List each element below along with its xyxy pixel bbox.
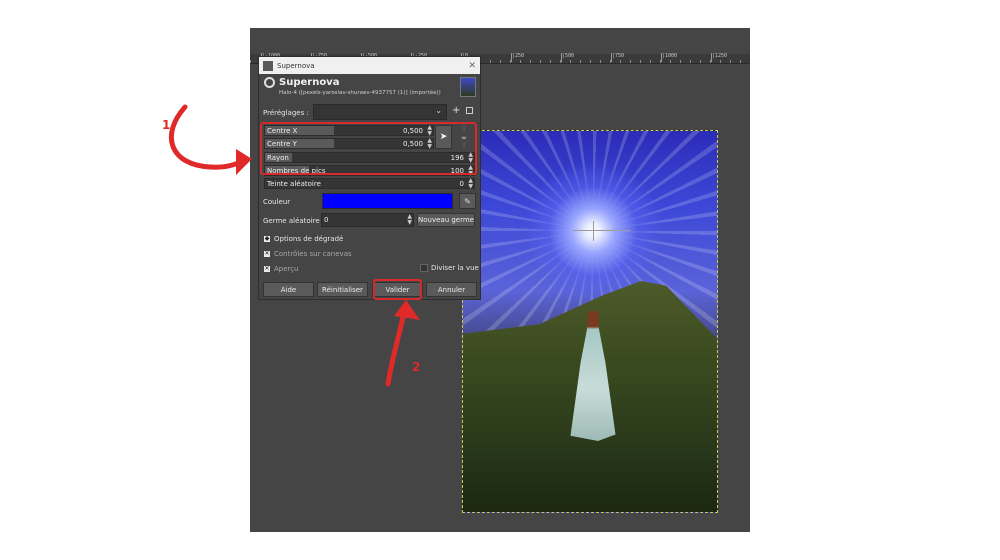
color-label: Couleur [263,198,291,206]
gimp-app-icon [263,60,273,71]
spin-arrows-icon[interactable]: ▲ ▼ [407,214,412,226]
center-crosshair[interactable] [593,221,594,241]
ruler-tick: |1250 [710,53,728,62]
gegl-icon [264,77,275,88]
ruler-tick: |250 [510,53,525,62]
seed-value: 0 [324,216,329,224]
close-icon[interactable]: ✕ [468,61,476,71]
seed-input[interactable]: 0 ▲ ▼ [321,213,414,227]
random-hue-slider[interactable]: Teinte aléatoire 0 ▲ ▼ [264,178,475,190]
eyedropper-icon[interactable]: ✎ [459,193,476,209]
canvas-controls-checkbox[interactable]: ✕ Contrôles sur canevas [264,250,352,258]
image-thumbnail [460,77,476,97]
help-button[interactable]: Aide [263,282,314,297]
center-crosshair[interactable] [573,230,631,231]
dialog-titlebar[interactable]: Supernova ✕ [259,57,480,74]
slider-label: Teinte aléatoire [267,180,321,188]
supernova-dialog: Supernova ✕ Supernova Halo-4 ([pexels-ya… [259,57,480,300]
checkbox-unchecked-icon [420,264,428,272]
preview-checkbox[interactable]: ✕ Aperçu [264,265,299,273]
blend-options-toggle[interactable]: ◆ Options de dégradé [264,235,343,243]
color-swatch[interactable] [322,193,453,209]
dialog-header: Supernova Halo-4 ([pexels-yaroslav-shura… [259,74,480,108]
chevron-down-icon: ⌄ [435,106,442,115]
blend-options-label: Options de dégradé [274,235,344,243]
annotation-arrow-2 [385,300,420,387]
image-canvas[interactable] [462,130,718,513]
ruler-tick: |500 [560,53,575,62]
add-preset-icon[interactable]: + [452,105,460,116]
annotation-highlight-params [260,122,477,175]
seed-label: Germe aléatoire [263,217,320,225]
split-view-checkbox[interactable]: Diviser la vue [420,264,479,272]
annotation-label-1: 1 [162,118,171,132]
split-view-label: Diviser la vue [431,264,479,272]
reset-button[interactable]: Réinitialiser [317,282,368,297]
presets-dropdown[interactable]: ⌄ [313,104,447,120]
image-info: Halo-4 ([pexels-yaroslav-shuraev-4937757… [279,90,441,96]
new-seed-button[interactable]: Nouveau germe [417,213,475,227]
plugin-name: Supernova [279,77,340,88]
expander-icon: ◆ [264,235,270,242]
checkbox-checked-icon: ✕ [264,265,270,272]
ruler-tick: |1000 [660,53,678,62]
spin-arrows-icon[interactable]: ▲ ▼ [468,178,473,190]
manage-presets-icon[interactable] [466,107,473,114]
window-title: Supernova [277,61,315,70]
slider-value: 0 [459,180,464,188]
ruler-tick: |750 [610,53,625,62]
checkbox-checked-icon: ✕ [264,250,270,257]
annotation-arrow-1 [168,104,252,175]
presets-label: Préréglages : [263,109,309,117]
canvas-controls-label: Contrôles sur canevas [274,250,352,258]
annotation-highlight-ok [373,279,422,300]
preview-label: Aperçu [274,265,299,273]
cancel-button[interactable]: Annuler [426,282,477,297]
annotation-label-2: 2 [412,360,421,374]
